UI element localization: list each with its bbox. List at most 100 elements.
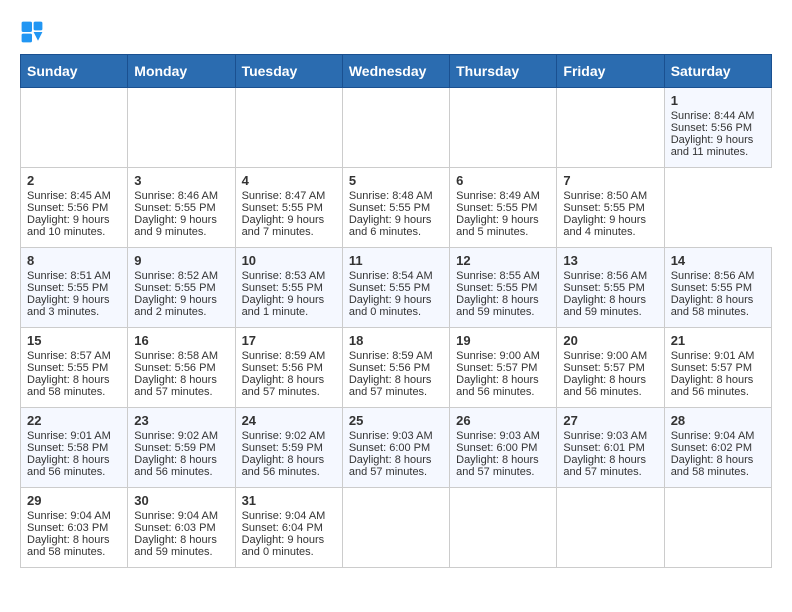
daylight-text: Daylight: 8 hours and 59 minutes. <box>134 534 217 558</box>
sunrise-text: Sunrise: 8:55 AM <box>456 270 540 282</box>
sunrise-text: Sunrise: 8:59 AM <box>349 350 433 362</box>
day-number: 5 <box>349 173 443 188</box>
calendar-cell: 19Sunrise: 9:00 AMSunset: 5:57 PMDayligh… <box>450 328 557 408</box>
sunset-text: Sunset: 5:56 PM <box>134 362 215 374</box>
sunrise-text: Sunrise: 9:03 AM <box>563 430 647 442</box>
calendar-cell: 24Sunrise: 9:02 AMSunset: 5:59 PMDayligh… <box>235 408 342 488</box>
day-number: 19 <box>456 333 550 348</box>
calendar-cell: 17Sunrise: 8:59 AMSunset: 5:56 PMDayligh… <box>235 328 342 408</box>
calendar-cell: 26Sunrise: 9:03 AMSunset: 6:00 PMDayligh… <box>450 408 557 488</box>
sunrise-text: Sunrise: 9:04 AM <box>27 510 111 522</box>
day-number: 15 <box>27 333 121 348</box>
daylight-text: Daylight: 8 hours and 57 minutes. <box>349 374 432 398</box>
header-day: Thursday <box>450 55 557 88</box>
sunset-text: Sunset: 5:55 PM <box>27 362 108 374</box>
daylight-text: Daylight: 9 hours and 6 minutes. <box>349 214 432 238</box>
header-day: Monday <box>128 55 235 88</box>
day-number: 22 <box>27 413 121 428</box>
calendar-cell <box>664 488 771 568</box>
sunrise-text: Sunrise: 8:46 AM <box>134 190 218 202</box>
sunrise-text: Sunrise: 9:04 AM <box>134 510 218 522</box>
day-number: 11 <box>349 253 443 268</box>
sunrise-text: Sunrise: 8:59 AM <box>242 350 326 362</box>
day-number: 18 <box>349 333 443 348</box>
calendar-cell: 13Sunrise: 8:56 AMSunset: 5:55 PMDayligh… <box>557 248 664 328</box>
sunset-text: Sunset: 6:02 PM <box>671 442 752 454</box>
calendar-cell: 8Sunrise: 8:51 AMSunset: 5:55 PMDaylight… <box>21 248 128 328</box>
calendar-week-row: 8Sunrise: 8:51 AMSunset: 5:55 PMDaylight… <box>21 248 772 328</box>
calendar-body: 1Sunrise: 8:44 AMSunset: 5:56 PMDaylight… <box>21 88 772 568</box>
sunset-text: Sunset: 5:57 PM <box>563 362 644 374</box>
day-number: 17 <box>242 333 336 348</box>
sunset-text: Sunset: 5:56 PM <box>349 362 430 374</box>
calendar-cell: 11Sunrise: 8:54 AMSunset: 5:55 PMDayligh… <box>342 248 449 328</box>
calendar-week-row: 29Sunrise: 9:04 AMSunset: 6:03 PMDayligh… <box>21 488 772 568</box>
header-row: SundayMondayTuesdayWednesdayThursdayFrid… <box>21 55 772 88</box>
day-number: 25 <box>349 413 443 428</box>
header-day: Wednesday <box>342 55 449 88</box>
calendar-cell <box>557 488 664 568</box>
day-number: 10 <box>242 253 336 268</box>
day-number: 9 <box>134 253 228 268</box>
daylight-text: Daylight: 8 hours and 56 minutes. <box>671 374 754 398</box>
sunset-text: Sunset: 5:59 PM <box>242 442 323 454</box>
daylight-text: Daylight: 8 hours and 57 minutes. <box>134 374 217 398</box>
sunrise-text: Sunrise: 8:57 AM <box>27 350 111 362</box>
daylight-text: Daylight: 9 hours and 5 minutes. <box>456 214 539 238</box>
sunset-text: Sunset: 5:56 PM <box>242 362 323 374</box>
day-number: 12 <box>456 253 550 268</box>
calendar-cell: 12Sunrise: 8:55 AMSunset: 5:55 PMDayligh… <box>450 248 557 328</box>
header-day: Sunday <box>21 55 128 88</box>
calendar-cell: 6Sunrise: 8:49 AMSunset: 5:55 PMDaylight… <box>450 168 557 248</box>
calendar-cell <box>450 88 557 168</box>
day-number: 26 <box>456 413 550 428</box>
calendar-week-row: 15Sunrise: 8:57 AMSunset: 5:55 PMDayligh… <box>21 328 772 408</box>
logo <box>20 20 48 44</box>
sunrise-text: Sunrise: 9:02 AM <box>242 430 326 442</box>
sunset-text: Sunset: 5:55 PM <box>134 202 215 214</box>
day-number: 16 <box>134 333 228 348</box>
sunset-text: Sunset: 5:55 PM <box>563 282 644 294</box>
sunset-text: Sunset: 5:55 PM <box>27 282 108 294</box>
calendar-cell: 27Sunrise: 9:03 AMSunset: 6:01 PMDayligh… <box>557 408 664 488</box>
day-number: 21 <box>671 333 765 348</box>
calendar-cell: 21Sunrise: 9:01 AMSunset: 5:57 PMDayligh… <box>664 328 771 408</box>
calendar-cell: 1Sunrise: 8:44 AMSunset: 5:56 PMDaylight… <box>664 88 771 168</box>
calendar-week-row: 1Sunrise: 8:44 AMSunset: 5:56 PMDaylight… <box>21 88 772 168</box>
sunset-text: Sunset: 5:55 PM <box>242 282 323 294</box>
sunset-text: Sunset: 5:55 PM <box>349 282 430 294</box>
calendar-cell: 14Sunrise: 8:56 AMSunset: 5:55 PMDayligh… <box>664 248 771 328</box>
daylight-text: Daylight: 9 hours and 4 minutes. <box>563 214 646 238</box>
daylight-text: Daylight: 9 hours and 9 minutes. <box>134 214 217 238</box>
header-day: Friday <box>557 55 664 88</box>
sunrise-text: Sunrise: 8:44 AM <box>671 110 755 122</box>
sunset-text: Sunset: 5:55 PM <box>456 202 537 214</box>
sunrise-text: Sunrise: 9:00 AM <box>456 350 540 362</box>
calendar-cell: 2Sunrise: 8:45 AMSunset: 5:56 PMDaylight… <box>21 168 128 248</box>
day-number: 29 <box>27 493 121 508</box>
sunrise-text: Sunrise: 8:49 AM <box>456 190 540 202</box>
daylight-text: Daylight: 8 hours and 56 minutes. <box>27 454 110 478</box>
sunset-text: Sunset: 6:03 PM <box>27 522 108 534</box>
sunset-text: Sunset: 6:04 PM <box>242 522 323 534</box>
calendar-cell: 10Sunrise: 8:53 AMSunset: 5:55 PMDayligh… <box>235 248 342 328</box>
calendar-cell: 30Sunrise: 9:04 AMSunset: 6:03 PMDayligh… <box>128 488 235 568</box>
daylight-text: Daylight: 8 hours and 58 minutes. <box>671 454 754 478</box>
sunrise-text: Sunrise: 9:03 AM <box>456 430 540 442</box>
header-day: Saturday <box>664 55 771 88</box>
header-day: Tuesday <box>235 55 342 88</box>
daylight-text: Daylight: 8 hours and 58 minutes. <box>27 374 110 398</box>
day-number: 27 <box>563 413 657 428</box>
sunrise-text: Sunrise: 8:53 AM <box>242 270 326 282</box>
sunset-text: Sunset: 6:03 PM <box>134 522 215 534</box>
sunrise-text: Sunrise: 8:47 AM <box>242 190 326 202</box>
sunset-text: Sunset: 5:58 PM <box>27 442 108 454</box>
calendar-header: SundayMondayTuesdayWednesdayThursdayFrid… <box>21 55 772 88</box>
day-number: 23 <box>134 413 228 428</box>
calendar-cell: 5Sunrise: 8:48 AMSunset: 5:55 PMDaylight… <box>342 168 449 248</box>
calendar-week-row: 22Sunrise: 9:01 AMSunset: 5:58 PMDayligh… <box>21 408 772 488</box>
day-number: 13 <box>563 253 657 268</box>
daylight-text: Daylight: 8 hours and 56 minutes. <box>134 454 217 478</box>
day-number: 7 <box>563 173 657 188</box>
logo-icon <box>20 20 44 44</box>
